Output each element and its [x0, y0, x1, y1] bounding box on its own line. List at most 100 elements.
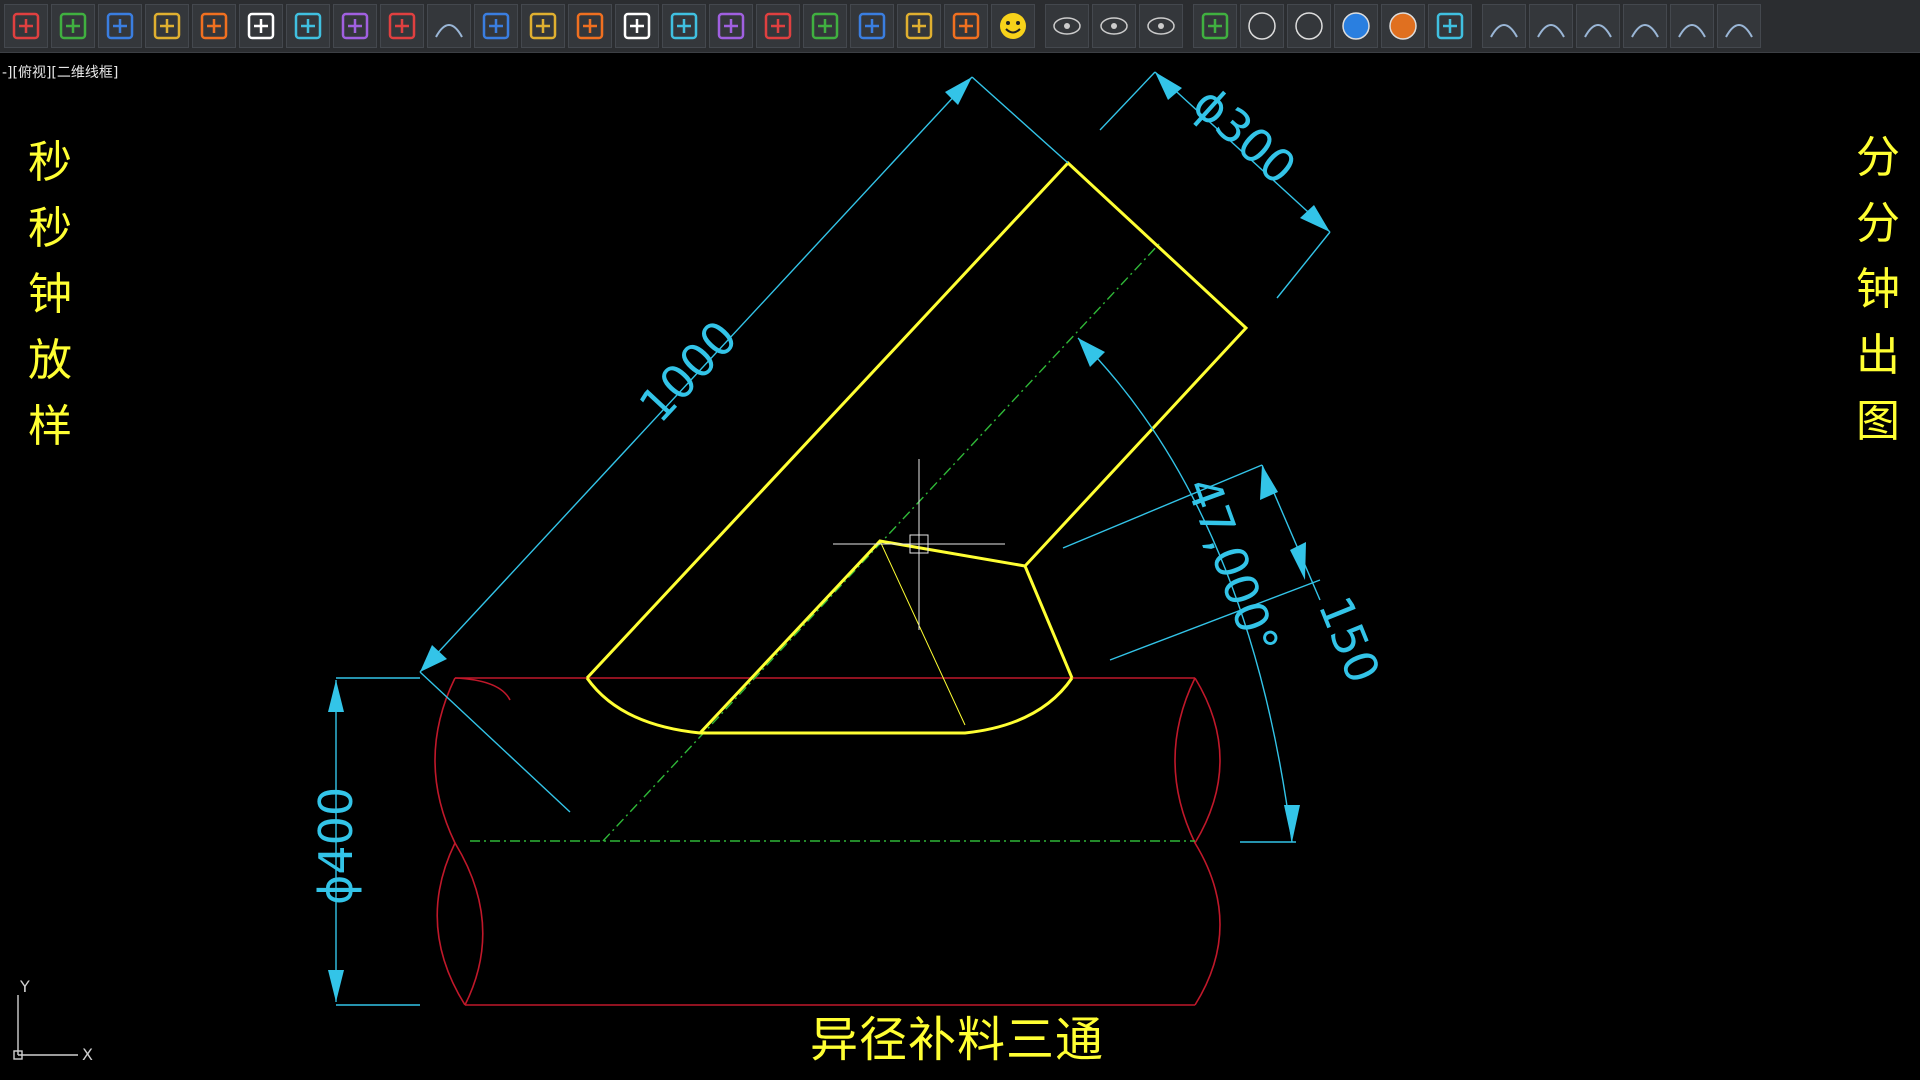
align-lines-icon [482, 12, 510, 40]
numbered-circle-button[interactable] [239, 4, 283, 48]
fan-blade-icon [341, 12, 369, 40]
zoom-in-icon [717, 12, 745, 40]
refresh-red-button[interactable] [897, 4, 941, 48]
sphere-wire-icon [1248, 12, 1276, 40]
calculator-button[interactable] [850, 4, 894, 48]
edit-text-button[interactable] [756, 4, 800, 48]
calendar-7-button[interactable] [145, 4, 189, 48]
green-plus-button[interactable] [192, 4, 236, 48]
settings-gear-button[interactable] [4, 4, 48, 48]
text-99-button[interactable] [286, 4, 330, 48]
refresh-red-icon [905, 12, 933, 40]
box-select-icon [1201, 12, 1229, 40]
main-pipe-left-upper [454, 677, 511, 701]
break-line-button[interactable] [380, 4, 424, 48]
main-pipe-left-inner [454, 842, 484, 1006]
sphere-blue-button[interactable] [1334, 4, 1378, 48]
arc-tool-button[interactable] [1670, 4, 1714, 48]
orbit-icon [1053, 17, 1081, 35]
center-lines [470, 242, 1195, 842]
branch-outline [585, 160, 1249, 735]
orbit-free-button[interactable] [1092, 4, 1136, 48]
scissors-icon [576, 12, 604, 40]
left-char: 放 [28, 335, 72, 386]
crosshair-cursor [833, 459, 1005, 630]
right-char: 出 [1856, 330, 1900, 381]
scale-arrows-button[interactable] [615, 4, 659, 48]
scissors-button[interactable] [568, 4, 612, 48]
main-pipe-left-end [434, 677, 466, 1006]
drawing-canvas[interactable]: 1000 ϕ300 ϕ400 47,000° 150 Y X [0, 53, 1920, 1080]
dim-phi300-text[interactable]: ϕ300 [1183, 76, 1307, 195]
dim-150-text[interactable]: 150 [1308, 589, 1391, 691]
fan-blade-button[interactable] [333, 4, 377, 48]
dim-phi400-text[interactable]: ϕ400 [309, 787, 363, 905]
sphere-blue-icon [1342, 12, 1370, 40]
sphere-wire-button[interactable] [1240, 4, 1284, 48]
left-char: 秒 [28, 137, 72, 188]
toolbar-separator [1038, 4, 1042, 48]
box-select-button[interactable] [1193, 4, 1237, 48]
block-frame-button[interactable] [51, 4, 95, 48]
check-button[interactable] [98, 4, 142, 48]
orbit-continuous-icon [1147, 17, 1175, 35]
scale-arrows-icon [623, 12, 651, 40]
dim-1000-text[interactable]: 1000 [629, 310, 748, 432]
orbit-continuous-button[interactable] [1139, 4, 1183, 48]
smiley-button[interactable] [991, 4, 1035, 48]
text-99-icon [294, 12, 322, 40]
construction-lines [879, 540, 966, 726]
arc-tool-icon [1678, 24, 1706, 38]
hand-pointer-icon [811, 12, 839, 40]
multi-arc-icon [1725, 24, 1753, 38]
checklist-icon [952, 12, 980, 40]
multi-arc-button[interactable] [1717, 4, 1761, 48]
ordinate-dim-button[interactable] [1623, 4, 1667, 48]
eye-icon [529, 12, 557, 40]
checklist-button[interactable] [944, 4, 988, 48]
drawing-caption: 异径补料三通 [810, 1012, 1105, 1068]
dim-angle-text[interactable]: 47,000° [1176, 470, 1290, 661]
globe-table-button[interactable] [1428, 4, 1472, 48]
sphere-outline-icon [1295, 12, 1323, 40]
ucs-y-label: Y [19, 977, 30, 996]
sphere-orange-button[interactable] [1381, 4, 1425, 48]
sphere-orange-icon [1389, 12, 1417, 40]
arc-dim-button[interactable] [1576, 4, 1620, 48]
green-plus-icon [200, 12, 228, 40]
list-check-icon [670, 12, 698, 40]
smiley-icon [1000, 13, 1026, 39]
zoom-in-button[interactable] [709, 4, 753, 48]
list-check-button[interactable] [662, 4, 706, 48]
sphere-outline-button[interactable] [1287, 4, 1331, 48]
main-pipe-right-end [1194, 677, 1221, 1006]
orbit-button[interactable] [1045, 4, 1089, 48]
dimension-button[interactable] [427, 4, 471, 48]
block-frame-icon [59, 12, 87, 40]
right-vertical-title: 分分钟出图 [1848, 125, 1908, 455]
edit-text-icon [764, 12, 792, 40]
left-char: 钟 [28, 269, 72, 320]
eye-button[interactable] [521, 4, 565, 48]
calendar-7-icon [153, 12, 181, 40]
right-char: 分 [1856, 198, 1900, 249]
main-pipe-right-inner [1174, 677, 1196, 844]
right-char: 钟 [1856, 264, 1900, 315]
aligned-dim-button[interactable] [1529, 4, 1573, 48]
right-char: 分 [1856, 132, 1900, 183]
calculator-icon [858, 12, 886, 40]
numbered-circle-icon [247, 12, 275, 40]
left-vertical-title: 秒秒钟放样 [20, 130, 80, 460]
saddle-line [698, 539, 1026, 735]
hand-pointer-button[interactable] [803, 4, 847, 48]
align-lines-button[interactable] [474, 4, 518, 48]
linear-dim-button[interactable] [1482, 4, 1526, 48]
dimension-texts: 1000 ϕ300 ϕ400 47,000° 150 [309, 76, 1391, 905]
orbit-free-icon [1100, 17, 1128, 35]
dimension-arrows [328, 72, 1330, 1002]
toolbar [0, 0, 1920, 53]
break-line-icon [388, 12, 416, 40]
settings-gear-icon [12, 12, 40, 40]
dimension-lines [335, 71, 1331, 1006]
ordinate-dim-icon [1631, 24, 1659, 38]
